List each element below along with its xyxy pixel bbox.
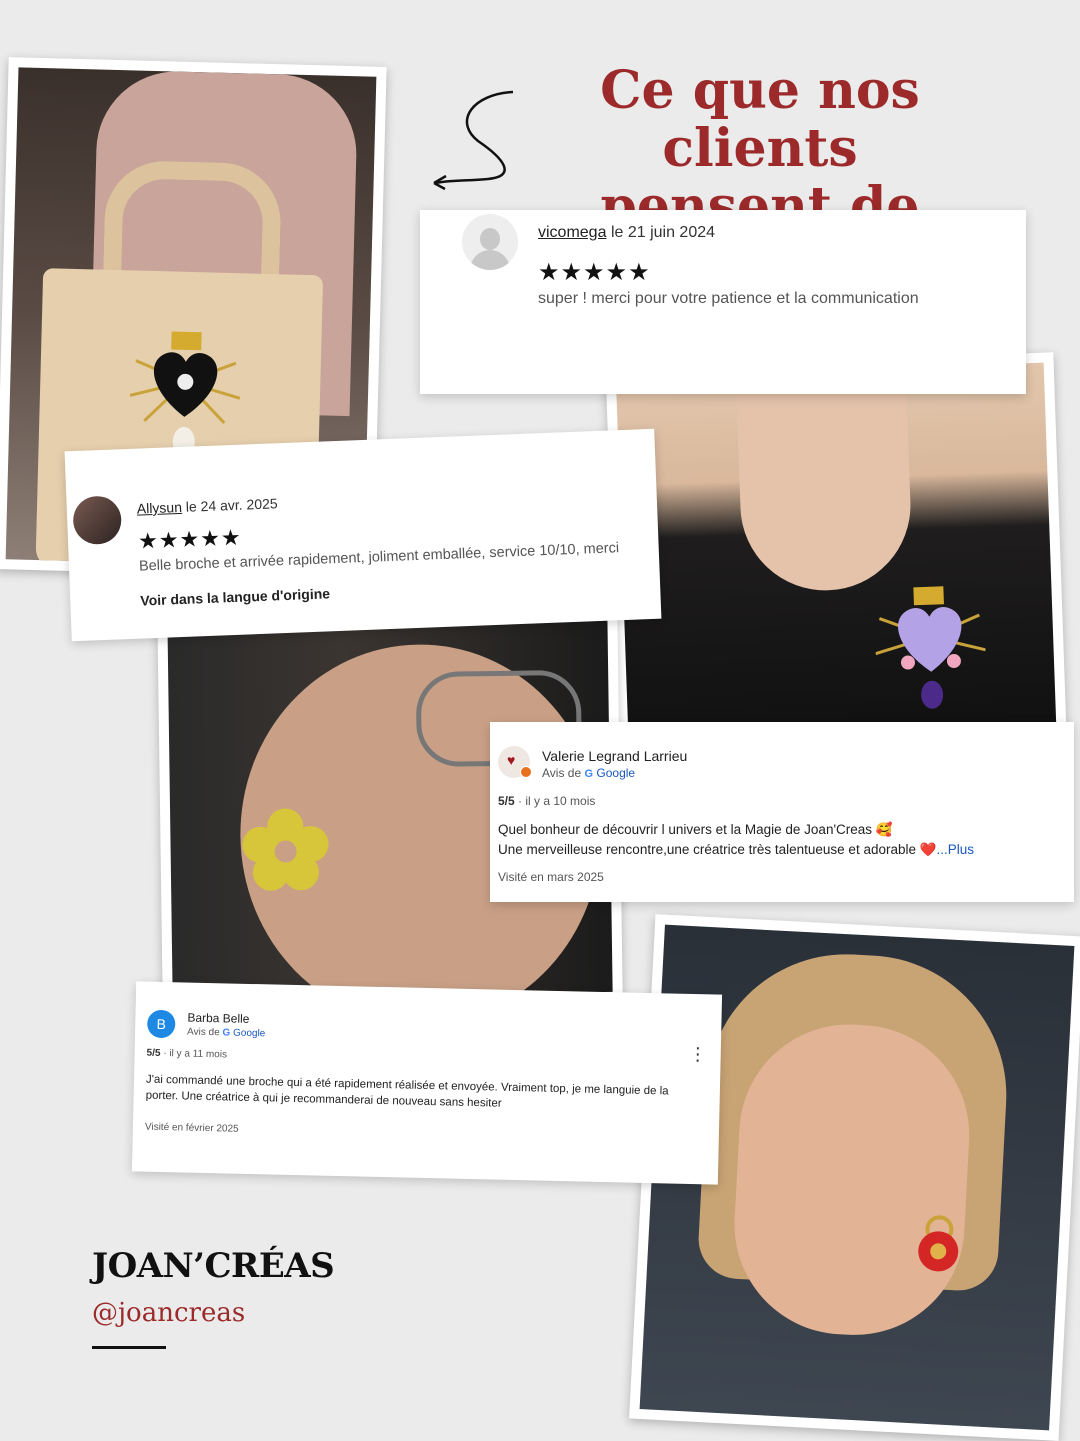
avatar-letter: B <box>156 1015 167 1033</box>
review-source: Google <box>596 766 636 780</box>
review-text: super ! merci pour votre patience et la … <box>538 290 919 307</box>
review-rating: 5/5 <box>146 1047 161 1059</box>
review-visited: Visité en février 2025 <box>144 1121 239 1135</box>
review-source-prefix: Avis de <box>186 1026 220 1039</box>
more-options-icon[interactable]: ⋮ <box>688 1044 707 1065</box>
google-icon: G <box>222 1027 231 1039</box>
translate-link[interactable]: Voir dans la langue d'origine <box>140 585 330 608</box>
review-author[interactable]: Valerie Legrand Larrieu <box>542 748 687 764</box>
title-line-1: Ce que nos clients <box>600 60 920 179</box>
avatar: B <box>146 1009 176 1039</box>
brand-name: JOAN’CRÉAS <box>92 1246 335 1286</box>
more-link[interactable]: ...Plus <box>937 842 975 857</box>
photo-black-blazer-lilac-heart-brooch <box>605 352 1067 748</box>
review-rating: 5/5 <box>498 794 515 808</box>
review-card-barba: B Barba Belle Avis de G Google ⋮ 5/5 · i… <box>131 981 723 1185</box>
rating-stars: ★★★★★ <box>137 524 243 554</box>
review-text-line-2: Une merveilleuse rencontre,une créatrice… <box>498 842 937 857</box>
curly-arrow-icon <box>433 90 514 191</box>
review-date: le 21 juin 2024 <box>610 224 716 241</box>
review-visited: Visité en mars 2025 <box>498 870 604 884</box>
review-date: le 24 avr. 2025 <box>185 495 278 515</box>
review-card-allysun: Allysun le 24 avr. 2025 ★★★★★ Belle broc… <box>64 428 662 642</box>
avatar: ♥ <box>498 746 532 778</box>
review-card-valerie: ♥ Valerie Legrand Larrieu Avis de G Goog… <box>490 722 1074 902</box>
review-author[interactable]: Allysun <box>137 499 183 517</box>
google-icon: G <box>584 768 594 780</box>
review-text: J'ai commandé une broche qui a été rapid… <box>145 1073 669 1110</box>
avatar <box>462 214 518 270</box>
rating-stars: ★★★★★ <box>538 259 651 286</box>
divider <box>92 1346 166 1349</box>
review-time: · il y a 10 mois <box>518 794 596 808</box>
brand-handle[interactable]: @joancreas <box>92 1298 245 1328</box>
review-source-prefix: Avis de <box>542 766 582 780</box>
review-source: Google <box>232 1027 266 1040</box>
avatar <box>72 495 123 546</box>
review-text-line-1: Quel bonheur de découvrir l univers et l… <box>498 822 893 837</box>
review-author[interactable]: Barba Belle <box>187 1011 249 1026</box>
review-author[interactable]: vicomega <box>538 224 606 241</box>
review-card-vicomega: vicomega le 21 juin 2024 ★★★★★ super ! m… <box>420 210 1026 394</box>
review-time: · il y a 11 mois <box>163 1048 228 1061</box>
